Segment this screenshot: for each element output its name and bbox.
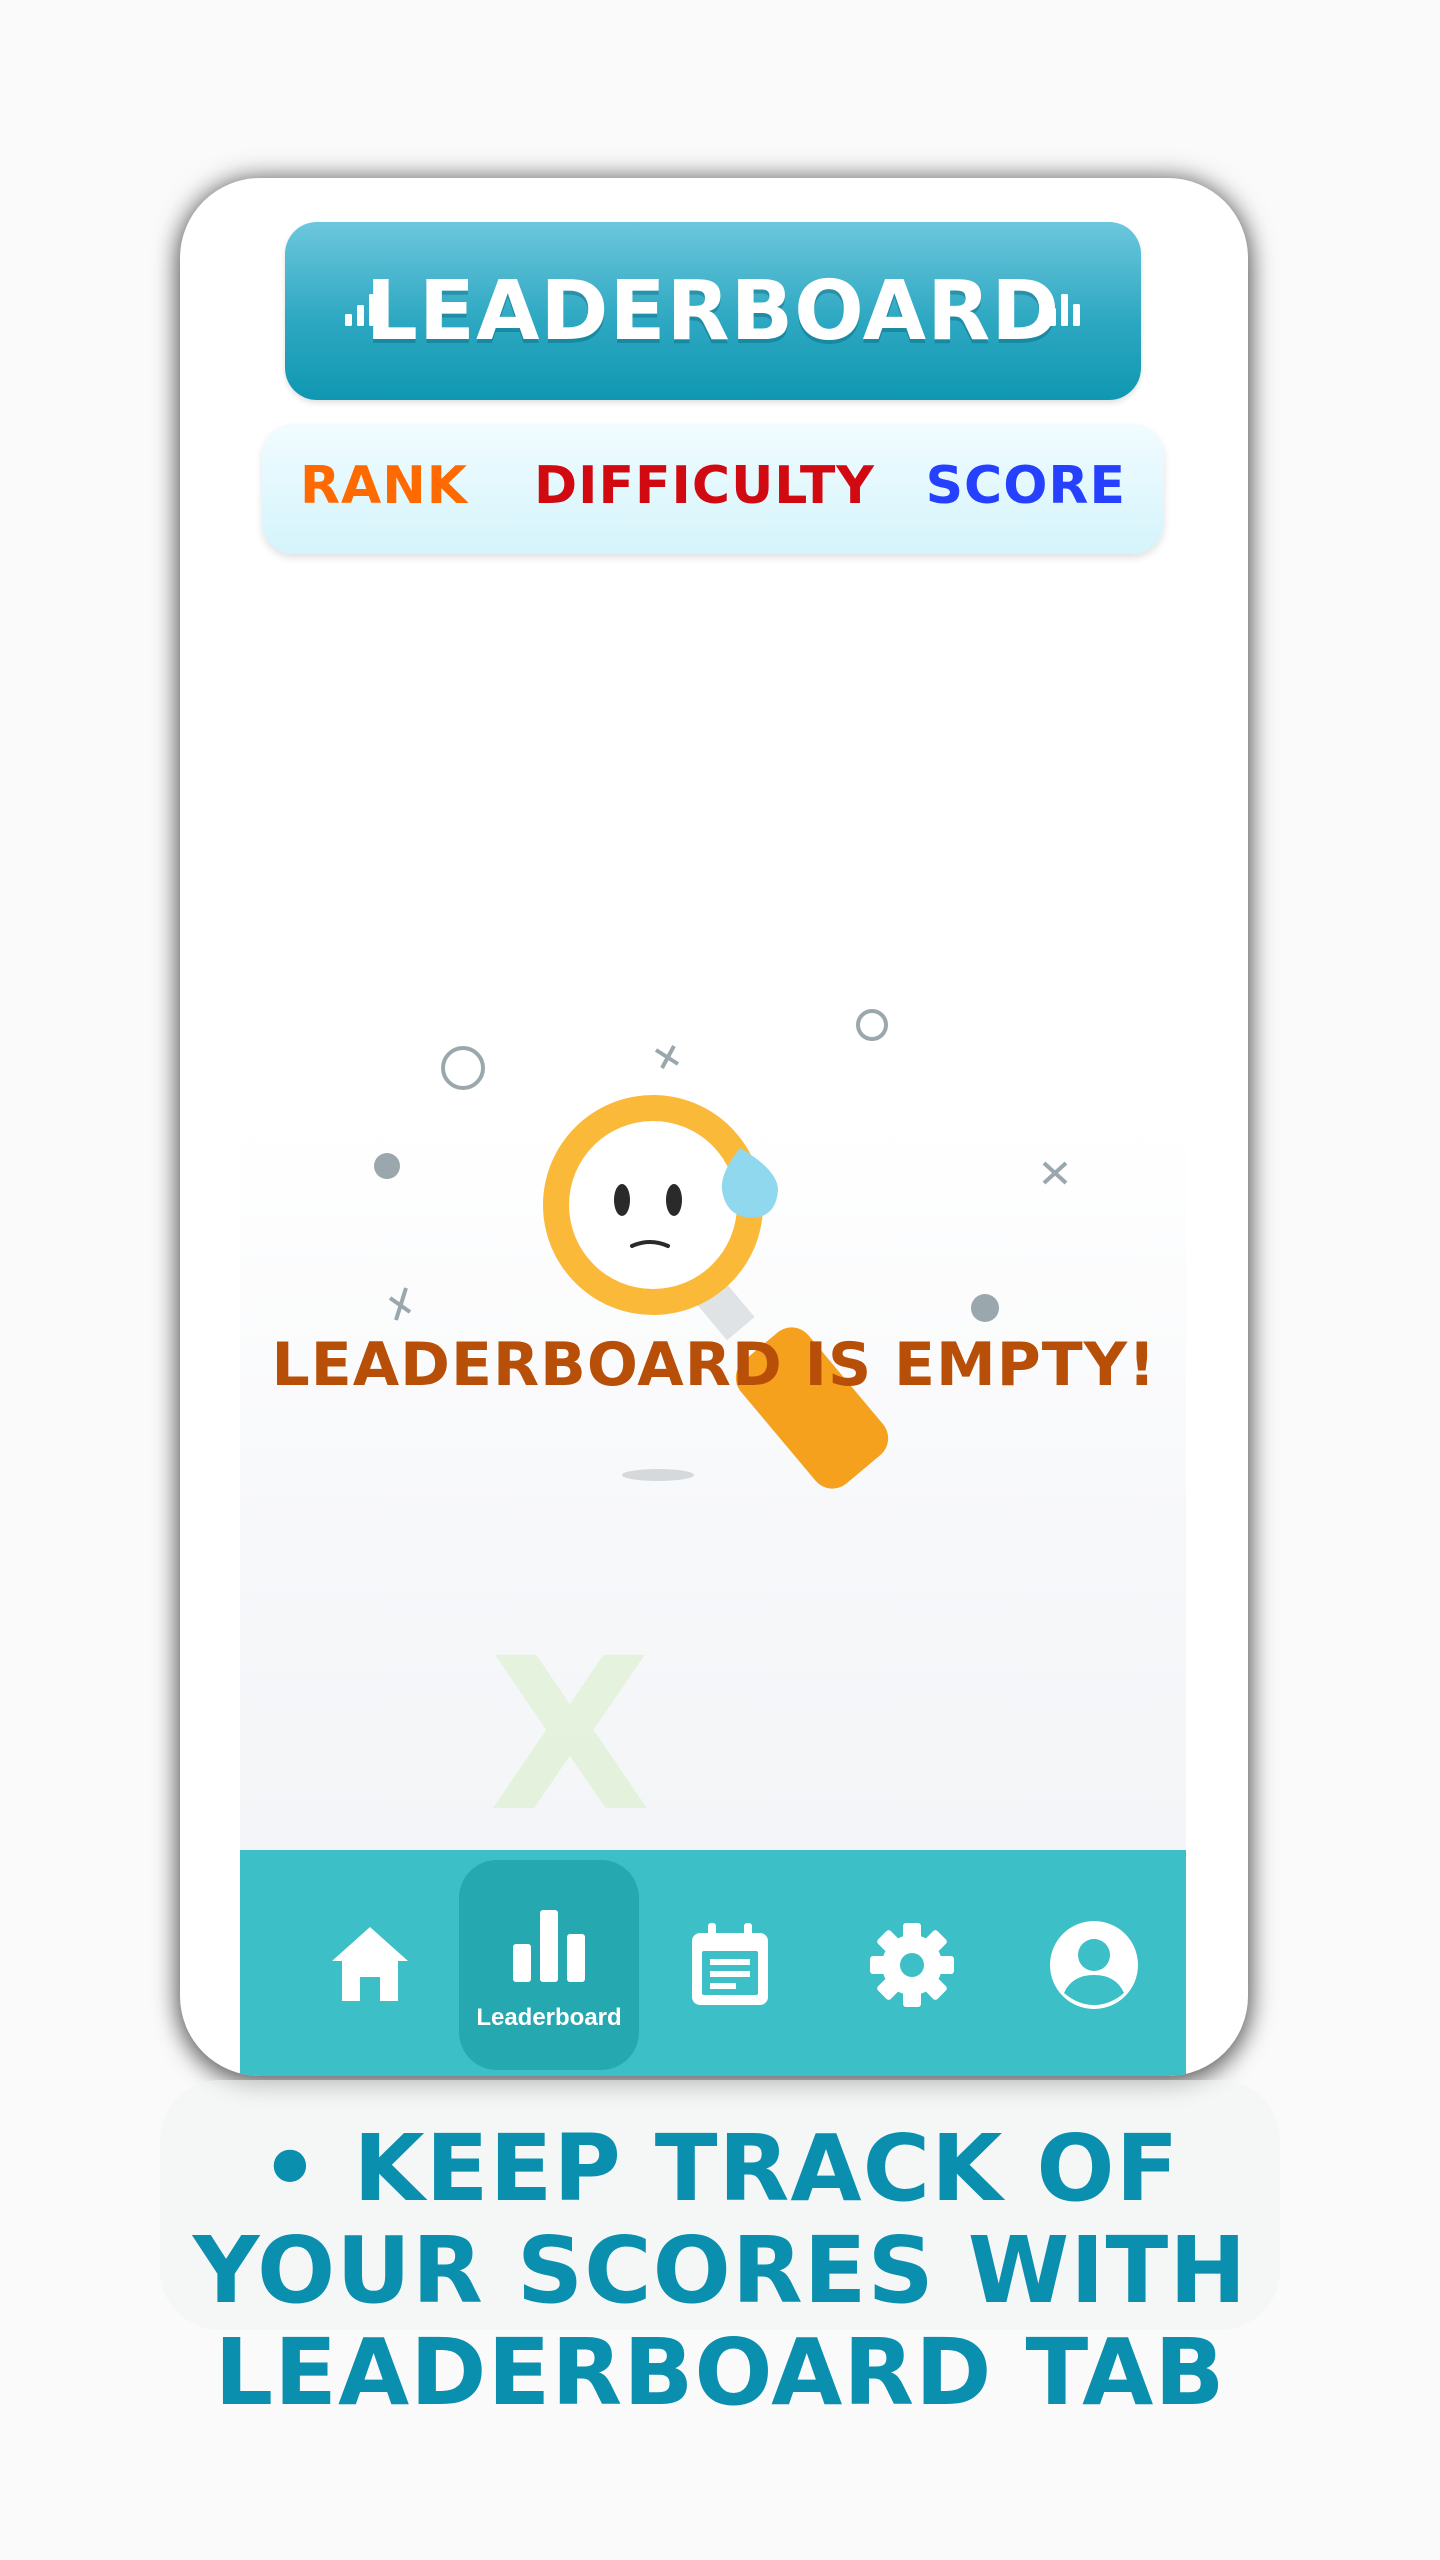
home-icon [332,1927,408,2001]
bar-chart-icon [345,294,376,326]
calendar-icon [692,1923,768,2005]
leaderboard-title-banner: LEADERBOARD [285,222,1141,400]
leaderboard-column-header: RANK DIFFICULTY SCORE [262,424,1164,554]
caption-line-1: • KEEP TRACK OF [260,2115,1180,2222]
nav-calendar[interactable] [640,1860,820,2070]
caption-line-3: LEADERBOARD TAB [214,2319,1226,2426]
nav-leaderboard-label: Leaderboard [476,2004,622,2031]
profile-icon [1050,1921,1138,2009]
bottom-navigation: Leaderboard [240,1850,1186,2076]
nav-settings[interactable] [822,1860,1002,2070]
nav-profile[interactable] [1004,1860,1184,2070]
settings-icon [870,1923,954,2007]
caption-line-2: YOUR SCORES WITH [192,2217,1248,2324]
empty-state-message: LEADERBOARD IS EMPTY! [271,1330,1157,1400]
promo-caption: • KEEP TRACK OF YOUR SCORES WITH LEADERB… [0,2118,1440,2424]
bar-chart-icon [1049,294,1080,326]
phone-frame: LEADERBOARD RANK DIFFICULTY SCORE LEADER… [180,178,1248,2076]
svg-text:X: X [489,1613,651,1858]
column-difficulty: DIFFICULTY [534,456,875,516]
magnifying-glass-icon [543,1095,889,1489]
nav-home[interactable] [280,1860,460,2070]
column-score: SCORE [925,456,1126,516]
column-rank: RANK [300,456,469,516]
bar-chart-icon [513,1910,585,1982]
page-title: LEADERBOARD [365,263,1061,359]
nav-leaderboard[interactable]: Leaderboard [459,1860,639,2070]
